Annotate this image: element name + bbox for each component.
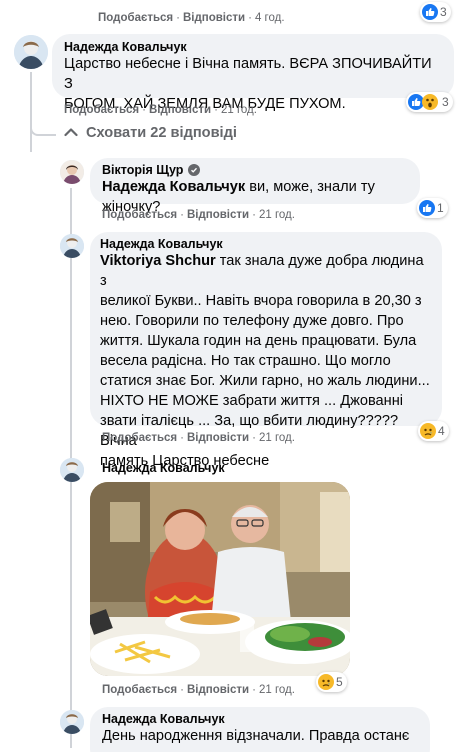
reaction-summary[interactable]: 5: [316, 672, 347, 692]
sad-icon: [318, 674, 334, 690]
reaction-summary[interactable]: 3: [420, 2, 451, 22]
sad-icon: [420, 423, 436, 439]
comment-photo[interactable]: [90, 482, 350, 676]
thread-elbow: [30, 128, 56, 136]
timestamp[interactable]: 21 год.: [221, 104, 257, 116]
timestamp[interactable]: 21 год.: [259, 209, 295, 221]
reply-link[interactable]: Відповісти: [149, 104, 211, 116]
mention-link[interactable]: Надежда Ковальчук: [102, 179, 245, 195]
reply-link[interactable]: Відповісти: [187, 209, 249, 221]
wow-icon: [422, 94, 438, 110]
reaction-summary[interactable]: 4: [418, 421, 449, 441]
reply-link[interactable]: Відповісти: [187, 684, 249, 696]
reaction-count: 3: [442, 95, 449, 109]
comment-bubble: Надежда Ковальчук Viktoriya Shchur так з…: [90, 232, 442, 469]
comment-text: День народження відзначали. Правда остан…: [102, 728, 410, 744]
reply-link[interactable]: Відповісти: [183, 12, 245, 24]
timestamp[interactable]: 4 год.: [255, 12, 285, 24]
comment-bubble: Надежда Ковальчук День народження відзна…: [90, 707, 430, 752]
like-icon: [422, 4, 438, 20]
comment-bubble: Надежда Ковальчук Царство небесне і Вічн…: [52, 34, 454, 112]
reaction-count: 3: [440, 5, 447, 19]
comment-author[interactable]: Надежда Ковальчук: [102, 712, 418, 726]
like-icon: [419, 200, 435, 216]
like-link[interactable]: Подобається: [102, 684, 177, 696]
reaction-summary[interactable]: 1: [417, 198, 448, 218]
comment-actions: Подобається · Відповісти · 21 год.: [64, 104, 257, 116]
hide-replies-label: Сховати 22 відповіді: [86, 125, 237, 141]
comment-actions: Подобається · Відповісти · 21 год.: [102, 684, 295, 696]
reaction-summary[interactable]: 3: [406, 92, 453, 112]
comment-author[interactable]: Надежда Ковальчук: [64, 40, 442, 54]
timestamp[interactable]: 21 год.: [259, 432, 295, 444]
like-link[interactable]: Подобається: [64, 104, 139, 116]
like-link[interactable]: Подобається: [98, 12, 173, 24]
avatar[interactable]: [60, 160, 84, 184]
comment-actions: Подобається · Відповісти · 21 год.: [102, 209, 295, 221]
chevron-up-icon: [64, 125, 78, 141]
reply-link[interactable]: Відповісти: [187, 432, 249, 444]
comment-author[interactable]: Надежда Ковальчук: [100, 237, 432, 251]
hide-replies-button[interactable]: Сховати 22 відповіді: [64, 125, 237, 141]
mention-link[interactable]: Viktoriya Shchur: [100, 253, 216, 269]
avatar[interactable]: [60, 458, 84, 482]
reaction-count: 4: [438, 424, 445, 438]
comment-bubble: Вікторія Щур Надежда Ковальчук ви, може,…: [90, 158, 420, 215]
reaction-count: 1: [437, 201, 444, 215]
avatar[interactable]: [14, 35, 48, 69]
reaction-count: 5: [336, 675, 343, 689]
like-link[interactable]: Подобається: [102, 432, 177, 444]
comment-actions: Подобається · Відповісти · 21 год.: [102, 432, 295, 444]
like-link[interactable]: Подобається: [102, 209, 177, 221]
verified-badge-icon: [188, 164, 201, 176]
timestamp[interactable]: 21 год.: [259, 684, 295, 696]
comment-author[interactable]: Вікторія Щур: [102, 163, 408, 177]
photo-couple-at-dinner: [90, 482, 350, 676]
avatar[interactable]: [60, 234, 84, 258]
comment-author[interactable]: Надежда Ковальчук: [102, 461, 225, 475]
comment-actions: Подобається · Відповісти · 4 год.: [98, 12, 285, 24]
avatar[interactable]: [60, 710, 84, 734]
thread-line: [30, 72, 32, 152]
